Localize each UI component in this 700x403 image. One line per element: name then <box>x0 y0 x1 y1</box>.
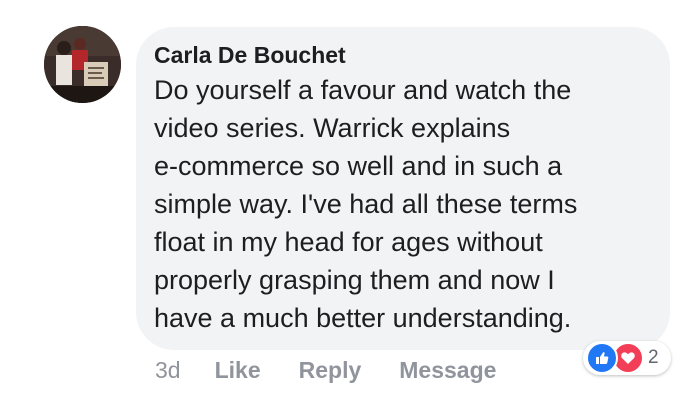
reply-button[interactable]: Reply <box>299 357 362 384</box>
comment-bubble: Carla De Bouchet Do yourself a favour an… <box>136 27 670 350</box>
comment-text: Do yourself a favour and watch the video… <box>154 75 578 333</box>
avatar-photo <box>44 26 121 103</box>
message-button[interactable]: Message <box>399 357 496 384</box>
reactions-summary[interactable]: 2 <box>583 341 671 375</box>
comment-timestamp[interactable]: 3d <box>155 357 181 384</box>
like-button[interactable]: Like <box>215 357 261 384</box>
comment-author[interactable]: Carla De Bouchet <box>154 41 648 69</box>
avatar[interactable] <box>44 26 121 103</box>
like-icon <box>586 342 618 374</box>
reaction-count: 2 <box>648 347 659 368</box>
comment-actions: 3d Like Reply Message <box>155 355 534 385</box>
